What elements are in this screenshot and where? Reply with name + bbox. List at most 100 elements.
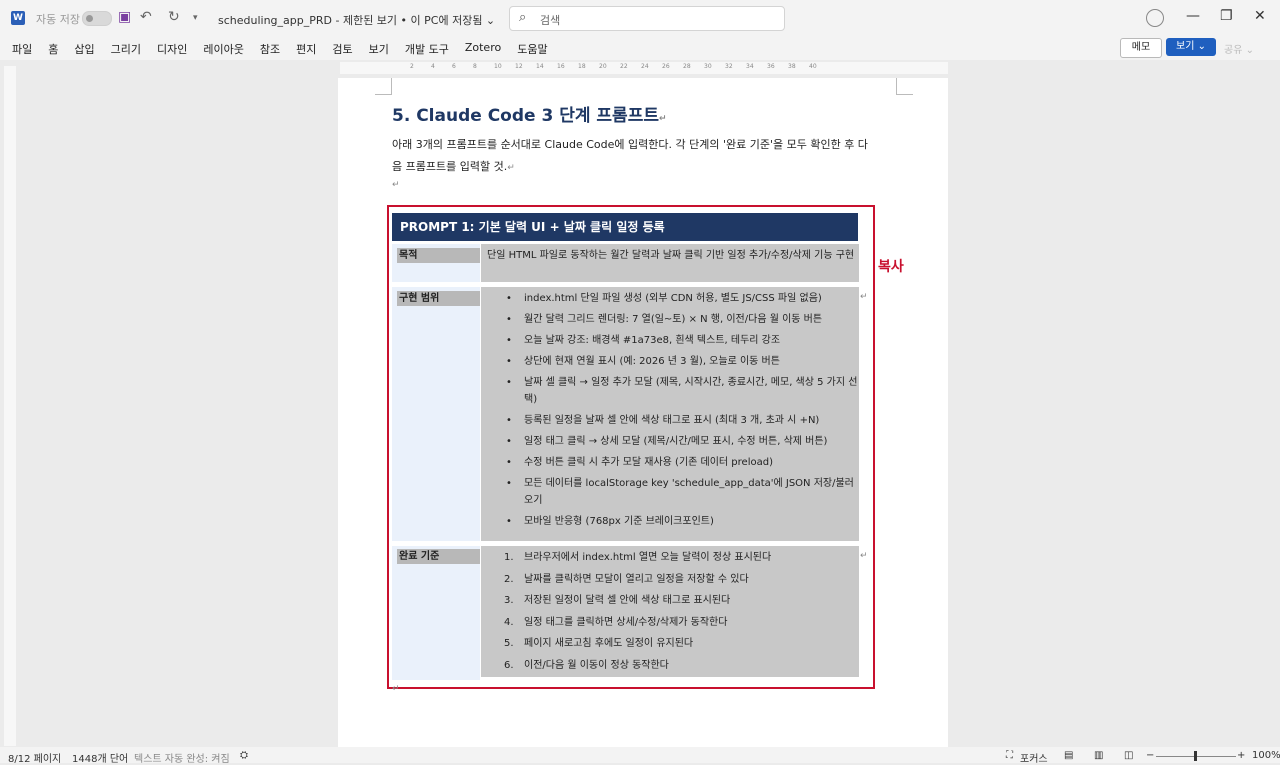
minimize-icon[interactable]: — bbox=[1186, 8, 1200, 24]
margin-corner-top-left bbox=[375, 78, 392, 95]
menu-tabs: 파일 홈 삽입 그리기 디자인 레이아웃 참조 편지 검토 보기 개발 도구 Zotero 도움말 bbox=[12, 41, 564, 57]
criteria-text: 저장된 일정이 달력 셀 안에 색상 태그로 표시된다 bbox=[524, 595, 731, 607]
ruler-mark: 18 bbox=[578, 63, 586, 70]
scope-item: 모바일 반응형 (768px 기준 브레이크포인트) bbox=[486, 513, 858, 530]
menu-tab[interactable]: 파일 bbox=[12, 41, 32, 57]
accessibility-icon[interactable]: ⛭ bbox=[240, 750, 248, 761]
menu-tab[interactable]: 삽입 bbox=[74, 41, 94, 57]
menu-tab[interactable]: 개발 도구 bbox=[405, 41, 449, 57]
ruler-mark: 10 bbox=[494, 63, 502, 70]
scope-label-cell bbox=[392, 287, 480, 541]
ruler-mark: 38 bbox=[788, 63, 796, 70]
scope-item: 등록된 일정을 날짜 셀 안에 색상 태그로 표시 (최대 3 개, 초과 시 … bbox=[486, 412, 858, 429]
row-end-mark: ↵ bbox=[860, 292, 868, 302]
menu-tab[interactable]: 홈 bbox=[48, 41, 58, 57]
criteria-item: 1. 브라우저에서 index.html 열면 오늘 달력이 정상 표시된다 bbox=[486, 549, 858, 566]
criteria-label-cell bbox=[392, 546, 480, 680]
intro-line-1: 아래 3개의 프롬프트를 순서대로 Claude Code에 입력한다. 각 단… bbox=[392, 138, 868, 151]
zoom-in-icon[interactable]: + bbox=[1237, 750, 1245, 761]
print-layout-icon[interactable]: ▥ bbox=[1094, 750, 1103, 761]
scope-item: 오늘 날짜 강조: 배경색 #1a73e8, 흰색 텍스트, 테두리 강조 bbox=[486, 332, 858, 349]
scope-label: 구현 범위 bbox=[397, 291, 480, 306]
menu-tab[interactable]: 편지 bbox=[296, 41, 316, 57]
menu-tab[interactable]: 검토 bbox=[332, 41, 352, 57]
margin-corner-top-right bbox=[896, 78, 913, 95]
menu-tab[interactable]: 도움말 bbox=[517, 41, 547, 57]
document-title[interactable]: scheduling_app_PRD - 제한된 보기 • 이 PC에 저장됨 … bbox=[218, 12, 495, 28]
ruler-mark: 22 bbox=[620, 63, 628, 70]
menu-tab[interactable]: 보기 bbox=[369, 41, 389, 57]
purpose-text: 단일 HTML 파일로 동작하는 월간 달력과 날짜 클릭 기반 일정 추가/수… bbox=[487, 250, 855, 261]
view-mode-button[interactable]: 보기 ⌄ bbox=[1166, 38, 1216, 56]
ruler-mark: 36 bbox=[767, 63, 775, 70]
ruler-mark: 30 bbox=[704, 63, 712, 70]
zoom-slider-handle[interactable] bbox=[1194, 751, 1197, 761]
criteria-item: 5. 페이지 새로고침 후에도 일정이 유지된다 bbox=[486, 635, 858, 652]
criteria-text: 일정 태그를 클릭하면 상세/수정/삭제가 동작한다 bbox=[524, 616, 728, 628]
ruler-mark: 8 bbox=[473, 63, 477, 70]
ruler-mark: 16 bbox=[557, 63, 565, 70]
web-layout-icon[interactable]: ◫ bbox=[1124, 750, 1133, 761]
paragraph-mark: ↵ bbox=[392, 684, 400, 694]
scope-item: index.html 단일 파일 생성 (외부 CDN 허용, 별도 JS/CS… bbox=[486, 290, 858, 307]
ribbon-menu: 파일 홈 삽입 그리기 디자인 레이아웃 참조 편지 검토 보기 개발 도구 Zotero 도움말 메모… bbox=[0, 36, 1280, 60]
customize-toolbar-icon[interactable]: ▾ bbox=[193, 13, 198, 23]
menu-tab[interactable]: 디자인 bbox=[157, 41, 187, 57]
status-bar: 8/12 페이지 1448개 단어 텍스트 자동 완성: 켜짐 ⛭ ⛶ 포커스 … bbox=[0, 747, 1280, 765]
ruler-mark: 28 bbox=[683, 63, 691, 70]
scope-list: index.html 단일 파일 생성 (외부 CDN 허용, 별도 JS/CS… bbox=[486, 290, 858, 534]
zoom-out-icon[interactable]: − bbox=[1146, 750, 1154, 761]
criteria-text: 이전/다음 월 이동이 정상 동작한다 bbox=[524, 659, 669, 671]
ruler-mark: 26 bbox=[662, 63, 670, 70]
copy-label[interactable]: 복사 bbox=[878, 256, 904, 276]
criteria-item: 2. 날짜를 클릭하면 모달이 열리고 일정을 저장할 수 있다 bbox=[486, 571, 858, 588]
criteria-text: 페이지 새로고침 후에도 일정이 유지된다 bbox=[524, 638, 694, 650]
criteria-number: 2. bbox=[504, 573, 514, 585]
menu-tab[interactable]: Zotero bbox=[465, 41, 501, 57]
close-icon[interactable]: ✕ bbox=[1254, 8, 1266, 24]
criteria-text: 브라우저에서 index.html 열면 오늘 달력이 정상 표시된다 bbox=[524, 552, 772, 563]
search-box[interactable]: ⌕ 검색 bbox=[509, 6, 785, 31]
focus-icon[interactable]: ⛶ bbox=[1006, 750, 1013, 761]
criteria-label: 완료 기준 bbox=[397, 549, 480, 564]
prompt-title-bar: PROMPT 1: 기본 달력 UI + 날짜 클릭 일정 등록 bbox=[392, 213, 858, 241]
row-end-mark: ↵ bbox=[860, 551, 868, 561]
vertical-ruler[interactable] bbox=[4, 66, 16, 746]
ruler-mark: 40 bbox=[809, 63, 817, 70]
search-placeholder: 검색 bbox=[540, 14, 561, 27]
intro-paragraph: 아래 3개의 프롬프트를 순서대로 Claude Code에 입력한다. 각 단… bbox=[392, 134, 896, 179]
menu-tab[interactable]: 레이아웃 bbox=[203, 41, 243, 57]
title-bar: W 자동 저장 ▣ ↶ ↻ ▾ scheduling_app_PRD - 제한된… bbox=[0, 0, 1280, 36]
scope-item: 수정 버튼 클릭 시 추가 모달 재사용 (기존 데이터 preload) bbox=[486, 454, 858, 471]
ruler-mark: 2 bbox=[410, 63, 414, 70]
share-button[interactable]: 공유 ⌄ bbox=[1224, 41, 1254, 56]
restore-icon[interactable]: ❐ bbox=[1220, 8, 1233, 24]
redo-icon[interactable]: ↻ bbox=[168, 9, 180, 25]
criteria-number: 5. bbox=[504, 638, 514, 650]
scope-item: 월간 달력 그리드 렌더링: 7 열(일~토) × N 행, 이전/다음 월 이… bbox=[486, 311, 858, 328]
ruler-mark: 34 bbox=[746, 63, 754, 70]
undo-icon[interactable]: ↶ bbox=[140, 9, 152, 25]
intro-line-2: 음 프롬프트를 입력할 것.↵ bbox=[392, 160, 515, 173]
autosave-label: 자동 저장 bbox=[36, 13, 80, 26]
ruler-mark: 12 bbox=[515, 63, 523, 70]
memo-button[interactable]: 메모 bbox=[1120, 38, 1162, 58]
criteria-item: 3. 저장된 일정이 달력 셀 안에 색상 태그로 표시된다 bbox=[486, 592, 858, 609]
word-app-icon: W bbox=[11, 11, 25, 25]
criteria-item: 4. 일정 태그를 클릭하면 상세/수정/삭제가 동작한다 bbox=[486, 614, 858, 631]
read-mode-icon[interactable]: ▤ bbox=[1064, 750, 1073, 761]
criteria-list: 1. 브라우저에서 index.html 열면 오늘 달력이 정상 표시된다 2. 날… bbox=[486, 549, 858, 679]
menu-tab[interactable]: 그리기 bbox=[111, 41, 141, 57]
criteria-number: 1. bbox=[504, 552, 514, 563]
zoom-level[interactable]: 100% bbox=[1252, 750, 1280, 761]
criteria-number: 4. bbox=[504, 616, 514, 628]
scope-item: 상단에 현재 연월 표시 (예: 2026 년 3 월), 오늘로 이동 버튼 bbox=[486, 353, 858, 370]
purpose-label: 목적 bbox=[397, 248, 480, 263]
account-avatar[interactable] bbox=[1146, 9, 1164, 27]
menu-tab[interactable]: 참조 bbox=[260, 41, 280, 57]
autosave-toggle[interactable] bbox=[82, 11, 112, 26]
ruler-mark: 14 bbox=[536, 63, 544, 70]
ruler-mark: 20 bbox=[599, 63, 607, 70]
save-icon[interactable]: ▣ bbox=[118, 9, 131, 25]
horizontal-ruler[interactable]: 2 4 6 8 10 12 14 16 18 20 22 24 26 28 30 32 34 36 38 40 bbox=[340, 62, 948, 74]
